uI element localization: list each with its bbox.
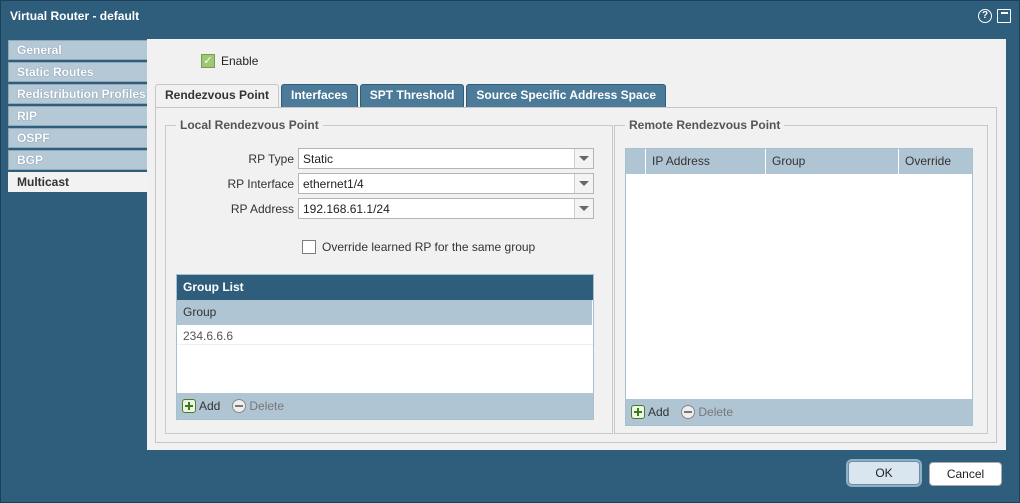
nav-item-general[interactable]: General	[8, 40, 147, 60]
remote-delete-button[interactable]: Delete	[681, 405, 733, 419]
enable-label: Enable	[221, 54, 259, 68]
enable-checkbox[interactable]: ✓	[201, 54, 215, 68]
group-list-header: Group	[177, 300, 593, 325]
content-panel: ✓ Enable Rendezvous Point Interfaces SPT…	[147, 39, 1006, 450]
tab-rendezvous-point[interactable]: Rendezvous Point	[155, 84, 280, 108]
override-row: Override learned RP for the same group	[302, 240, 535, 254]
chevron-down-icon[interactable]	[574, 149, 593, 168]
add-icon	[182, 399, 196, 413]
group-list-footer: Add Delete	[177, 393, 593, 419]
remote-rendezvous-point-fieldset: Remote Rendezvous Point IP Address Group…	[614, 118, 988, 434]
ok-button[interactable]: OK	[848, 461, 920, 485]
remote-add-button[interactable]: Add	[631, 405, 669, 419]
group-list-grid: Group List Group 234.6.6.6 Add Delete	[176, 274, 594, 420]
remote-rp-footer: Add Delete	[626, 399, 972, 425]
tab-interfaces[interactable]: Interfaces	[281, 84, 358, 107]
remote-rp-header: IP Address Group Override	[626, 149, 972, 174]
rp-address-row: RP Address 192.168.61.1/24	[166, 198, 594, 219]
group-list-body: 234.6.6.6	[177, 325, 593, 393]
tab-source-specific-address-space[interactable]: Source Specific Address Space	[466, 84, 667, 107]
nav-item-ospf[interactable]: OSPF	[8, 128, 147, 148]
group-column-header[interactable]: Group	[177, 300, 593, 325]
rp-interface-value: ethernet1/4	[303, 176, 364, 191]
remote-rp-grid: IP Address Group Override Add Delete	[625, 148, 973, 426]
local-rendezvous-point-fieldset: Local Rendezvous Point RP Type Static RP…	[165, 118, 613, 434]
remote-rp-body	[626, 174, 972, 399]
tab-bar: Rendezvous Point Interfaces SPT Threshol…	[155, 84, 667, 108]
maximize-icon[interactable]	[997, 9, 1011, 23]
chevron-down-icon[interactable]	[574, 174, 593, 193]
group-list-title: Group List	[177, 275, 593, 300]
remote-rp-legend: Remote Rendezvous Point	[629, 118, 781, 132]
override-label: Override learned RP for the same group	[322, 240, 536, 254]
rp-type-label: RP Type	[248, 151, 294, 166]
ip-address-column-header[interactable]: IP Address	[646, 149, 766, 174]
dialog-title: Virtual Router - default	[10, 9, 140, 23]
nav-item-redistribution-profiles[interactable]: Redistribution Profiles	[8, 84, 147, 104]
rp-interface-select[interactable]: ethernet1/4	[298, 173, 594, 194]
add-icon	[631, 405, 645, 419]
group-column-header[interactable]: Group	[766, 149, 899, 174]
virtual-router-dialog: Virtual Router - default ? General Stati…	[0, 0, 1020, 503]
rp-address-select[interactable]: 192.168.61.1/24	[298, 198, 594, 219]
group-delete-button[interactable]: Delete	[232, 399, 284, 413]
rp-type-value: Static	[303, 151, 334, 166]
rp-type-row: RP Type Static	[166, 148, 594, 169]
tab-panel: Local Rendezvous Point RP Type Static RP…	[155, 107, 997, 443]
local-rp-legend: Local Rendezvous Point	[180, 118, 319, 132]
table-row[interactable]: 234.6.6.6	[177, 325, 593, 345]
rp-interface-label: RP Interface	[227, 176, 294, 191]
delete-icon	[681, 405, 696, 419]
title-bar: Virtual Router - default ?	[1, 1, 1019, 37]
nav-item-bgp[interactable]: BGP	[8, 150, 147, 170]
delete-icon	[232, 399, 247, 413]
select-all-column[interactable]	[626, 149, 646, 174]
nav-item-multicast[interactable]: Multicast	[8, 172, 147, 192]
rp-interface-row: RP Interface ethernet1/4	[166, 173, 594, 194]
cancel-button[interactable]: Cancel	[929, 462, 1002, 486]
rp-address-label: RP Address	[230, 201, 294, 216]
chevron-down-icon[interactable]	[574, 199, 593, 218]
help-icon[interactable]: ?	[978, 9, 992, 23]
tab-spt-threshold[interactable]: SPT Threshold	[359, 84, 465, 107]
nav-item-static-routes[interactable]: Static Routes	[8, 62, 147, 82]
group-add-button[interactable]: Add	[182, 399, 220, 413]
override-checkbox[interactable]	[302, 240, 316, 254]
rp-address-value: 192.168.61.1/24	[303, 201, 390, 216]
enable-row: ✓ Enable	[201, 54, 258, 68]
override-column-header[interactable]: Override	[899, 149, 972, 174]
left-nav: General Static Routes Redistribution Pro…	[8, 40, 147, 194]
rp-type-select[interactable]: Static	[298, 148, 594, 169]
nav-item-rip[interactable]: RIP	[8, 106, 147, 126]
